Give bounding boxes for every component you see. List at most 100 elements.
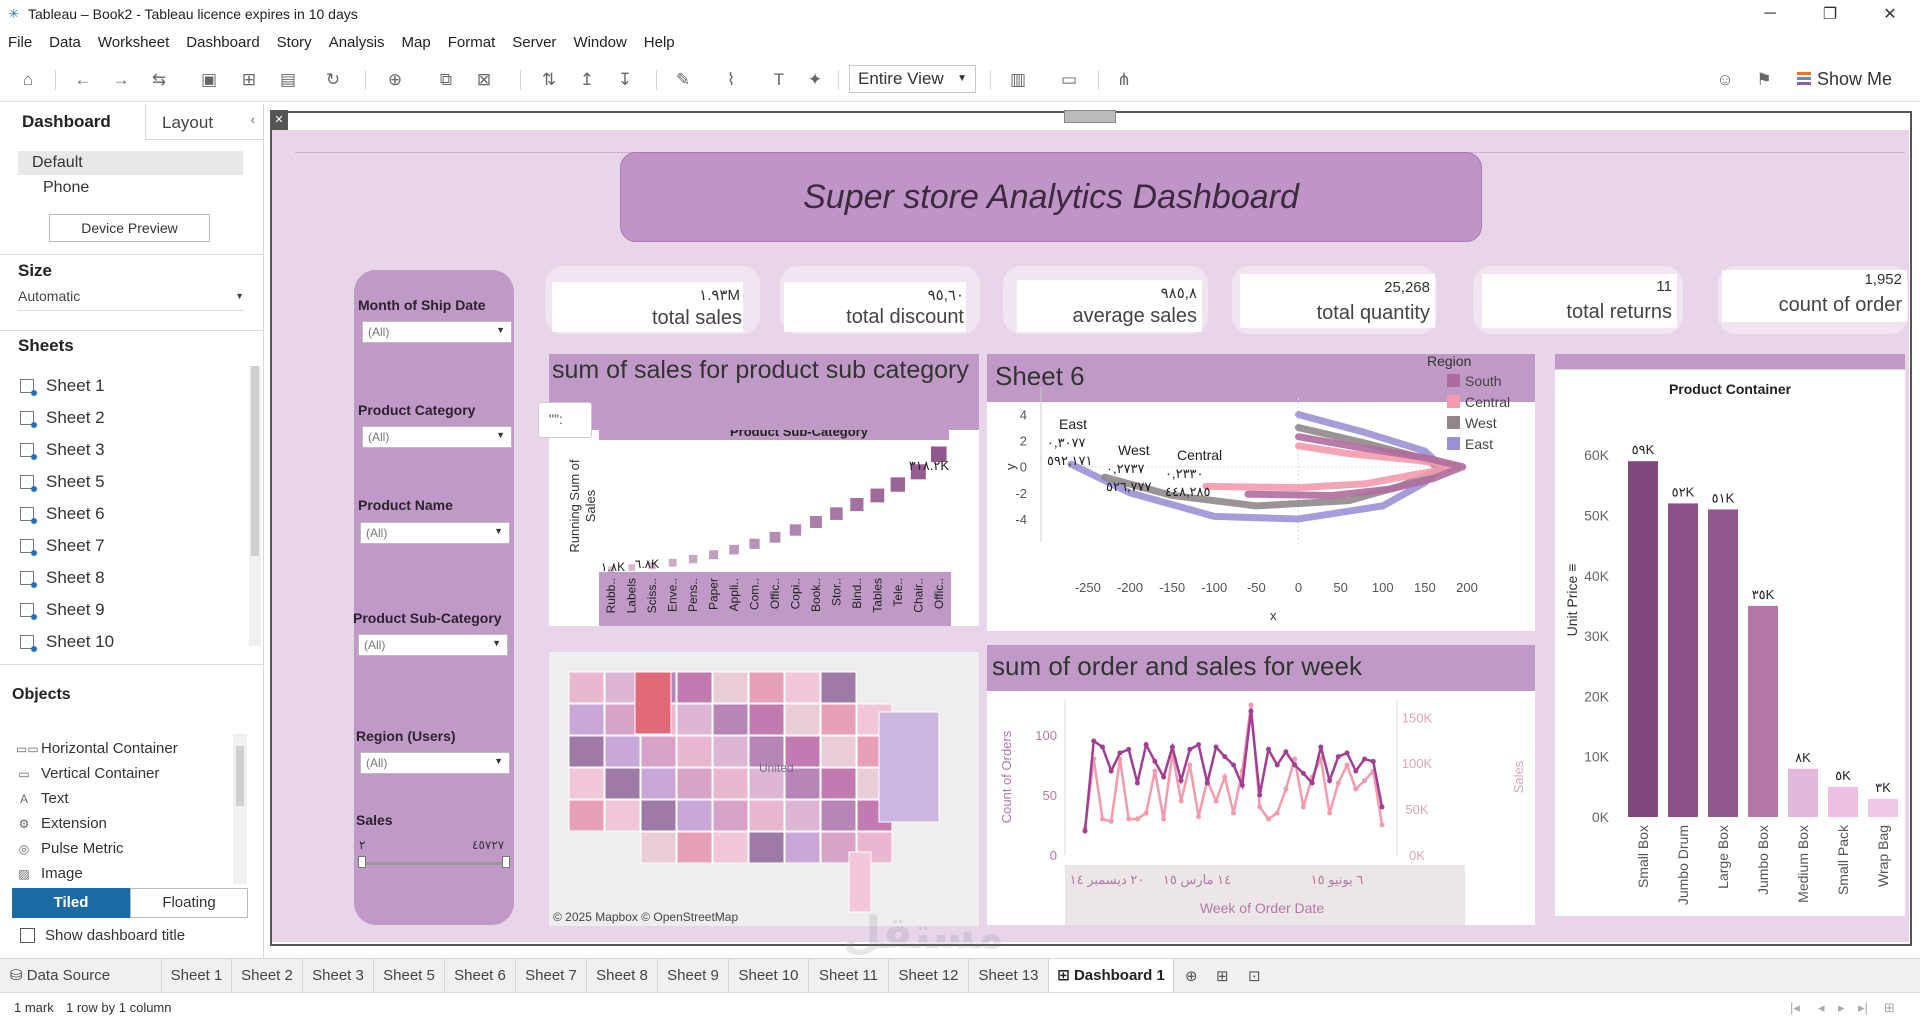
filter-product-name[interactable]: (All) ▼: [360, 522, 510, 544]
tab-sheet[interactable]: Sheet 6: [445, 959, 516, 993]
restore-button[interactable]: ❐: [1800, 0, 1860, 28]
tab-layout[interactable]: Layout: [162, 113, 213, 133]
sheet-item[interactable]: Sheet 8: [20, 562, 114, 594]
new-sheet-icon[interactable]: ⊕: [382, 68, 408, 92]
nav-last-icon[interactable]: ▸|: [1858, 1000, 1868, 1016]
object-image[interactable]: ▨ Image: [16, 861, 178, 886]
tab-sheet[interactable]: Sheet 11: [809, 959, 889, 993]
refresh-icon[interactable]: ↻: [320, 68, 346, 92]
sales-slider-track[interactable]: [362, 862, 508, 865]
checkbox-icon[interactable]: [20, 928, 35, 943]
highlight-icon[interactable]: ✎: [670, 68, 696, 92]
sheet-item[interactable]: Sheet 3: [20, 434, 114, 466]
tab-sheet[interactable]: Sheet 5: [374, 959, 445, 993]
device-phone[interactable]: Phone: [43, 179, 89, 197]
pause-updates-icon[interactable]: ▤: [275, 68, 301, 92]
story-points-icon[interactable]: ⚑: [1751, 68, 1777, 92]
menu-data[interactable]: Data: [49, 34, 81, 51]
object-horizontal-container[interactable]: ▭▭ Horizontal Container: [16, 736, 178, 761]
filter-product-sub-category[interactable]: (All) ▼: [358, 634, 508, 656]
grid-icon[interactable]: ⊞: [1884, 1000, 1895, 1016]
menu-format[interactable]: Format: [448, 34, 496, 51]
tab-sheet[interactable]: Sheet 12: [889, 959, 969, 993]
tab-sheet[interactable]: Sheet 7: [516, 959, 587, 993]
tab-dashboard[interactable]: Dashboard: [0, 104, 146, 140]
menu-help[interactable]: Help: [644, 34, 675, 51]
sheet-item[interactable]: Sheet 9: [20, 594, 114, 626]
tab-sheet[interactable]: Sheet 2: [232, 959, 303, 993]
sales-slider-min-handle[interactable]: [358, 856, 366, 868]
object-text[interactable]: A Text: [16, 786, 178, 811]
show-me-button[interactable]: Show Me: [1797, 66, 1892, 92]
filter-product-category[interactable]: (All) ▼: [362, 426, 512, 448]
nav-prev-icon[interactable]: ◂: [1818, 1000, 1825, 1016]
labels-icon[interactable]: T: [766, 68, 792, 92]
new-datasource-icon[interactable]: ⊞: [236, 68, 262, 92]
sheet-item[interactable]: Sheet 6: [20, 498, 114, 530]
tiled-button[interactable]: Tiled: [12, 888, 130, 918]
sheets-scrollbar-thumb[interactable]: [251, 366, 259, 556]
new-dashboard-icon[interactable]: ⊞: [1216, 967, 1229, 985]
close-button[interactable]: ✕: [1860, 0, 1920, 28]
duplicate-icon[interactable]: ⧉: [433, 68, 459, 92]
show-title-toggle[interactable]: Show dashboard title: [20, 927, 185, 944]
group-icon[interactable]: ⌇: [718, 68, 744, 92]
clear-sheet-icon[interactable]: ⊠: [471, 68, 497, 92]
pin-icon[interactable]: ✦: [802, 68, 828, 92]
sheet-item[interactable]: Sheet 7: [20, 530, 114, 562]
replay-icon[interactable]: ⇆: [146, 68, 172, 92]
menu-analysis[interactable]: Analysis: [329, 34, 385, 51]
menu-worksheet[interactable]: Worksheet: [98, 34, 169, 51]
weekly-chart[interactable]: 100 50 0 Count of Orders 150K 100K 50K 0K Sales ٢…: [987, 691, 1535, 925]
tab-sheet[interactable]: Sheet 8: [587, 959, 658, 993]
tab-sheet[interactable]: Sheet 1: [162, 959, 232, 993]
nav-next-icon[interactable]: ▸: [1838, 1000, 1845, 1016]
undo-icon[interactable]: ←: [70, 68, 96, 92]
device-default[interactable]: Default: [18, 151, 243, 175]
size-select[interactable]: Automatic ▼: [18, 288, 244, 311]
home-icon[interactable]: ⌂: [15, 68, 41, 92]
fit-select[interactable]: Entire View ▼: [849, 65, 976, 93]
us-map[interactable]: United © 2025 Mapbox © OpenStreetMap: [549, 652, 979, 926]
sort-desc-icon[interactable]: ↧: [612, 68, 638, 92]
sheet6-chart[interactable]: 4 2 0 -2 -4 y -250 -200 -150 -100 -50 0 50 100 150 200 x…: [987, 352, 1535, 634]
cards-icon[interactable]: ▥: [1005, 68, 1031, 92]
new-story-icon[interactable]: ⊡: [1248, 967, 1261, 985]
menu-server[interactable]: Server: [512, 34, 556, 51]
menu-dashboard[interactable]: Dashboard: [186, 34, 259, 51]
tab-dashboard-1[interactable]: ⊞ Dashboard 1: [1049, 959, 1174, 993]
product-container-chart[interactable]: Product Container 60K 50K 40K 30K 20K 10K 0K Uni…: [1555, 370, 1905, 916]
filter-region[interactable]: (All) ▼: [360, 752, 510, 774]
tab-data-source[interactable]: ⛁ Data Source: [0, 959, 162, 993]
tab-sheet[interactable]: Sheet 10: [729, 959, 809, 993]
object-extension[interactable]: ⚙ Extension: [16, 811, 178, 836]
swap-icon[interactable]: ⇅: [536, 68, 562, 92]
tab-sheet[interactable]: Sheet 13: [969, 959, 1049, 993]
objects-scrollbar-thumb[interactable]: [236, 746, 244, 806]
menu-file[interactable]: File: [8, 34, 32, 51]
sheet-item[interactable]: Sheet 5: [20, 466, 114, 498]
object-pulse-metric[interactable]: ◎ Pulse Metric: [16, 836, 178, 861]
tab-sheet[interactable]: Sheet 3: [303, 959, 374, 993]
filter-month-ship-date[interactable]: (All) ▼: [362, 321, 512, 343]
presentation-icon[interactable]: ▭: [1056, 68, 1082, 92]
sales-slider-max-handle[interactable]: [502, 856, 510, 868]
menu-map[interactable]: Map: [402, 34, 431, 51]
sub-category-chart[interactable]: Product Sub-Category Running Sum of Sales R…: [549, 430, 979, 626]
ask-data-icon[interactable]: ☺: [1712, 68, 1738, 92]
drag-handle[interactable]: [1064, 110, 1116, 123]
collapse-icon[interactable]: ‹: [251, 112, 255, 127]
floating-button[interactable]: Floating: [130, 888, 248, 918]
sheet-item[interactable]: Sheet 1: [20, 370, 114, 402]
sheet-item[interactable]: Sheet 10: [20, 626, 114, 658]
redo-icon[interactable]: →: [108, 68, 134, 92]
remove-icon[interactable]: ✕: [270, 110, 288, 130]
tab-sheet[interactable]: Sheet 9: [658, 959, 729, 993]
menu-window[interactable]: Window: [573, 34, 626, 51]
device-preview-button[interactable]: Device Preview: [49, 214, 210, 242]
object-vertical-container[interactable]: ▭ Vertical Container: [16, 761, 178, 786]
menu-story[interactable]: Story: [277, 34, 312, 51]
new-worksheet-icon[interactable]: ⊕: [1185, 967, 1198, 985]
sheet-item[interactable]: Sheet 2: [20, 402, 114, 434]
sort-asc-icon[interactable]: ↥: [574, 68, 600, 92]
